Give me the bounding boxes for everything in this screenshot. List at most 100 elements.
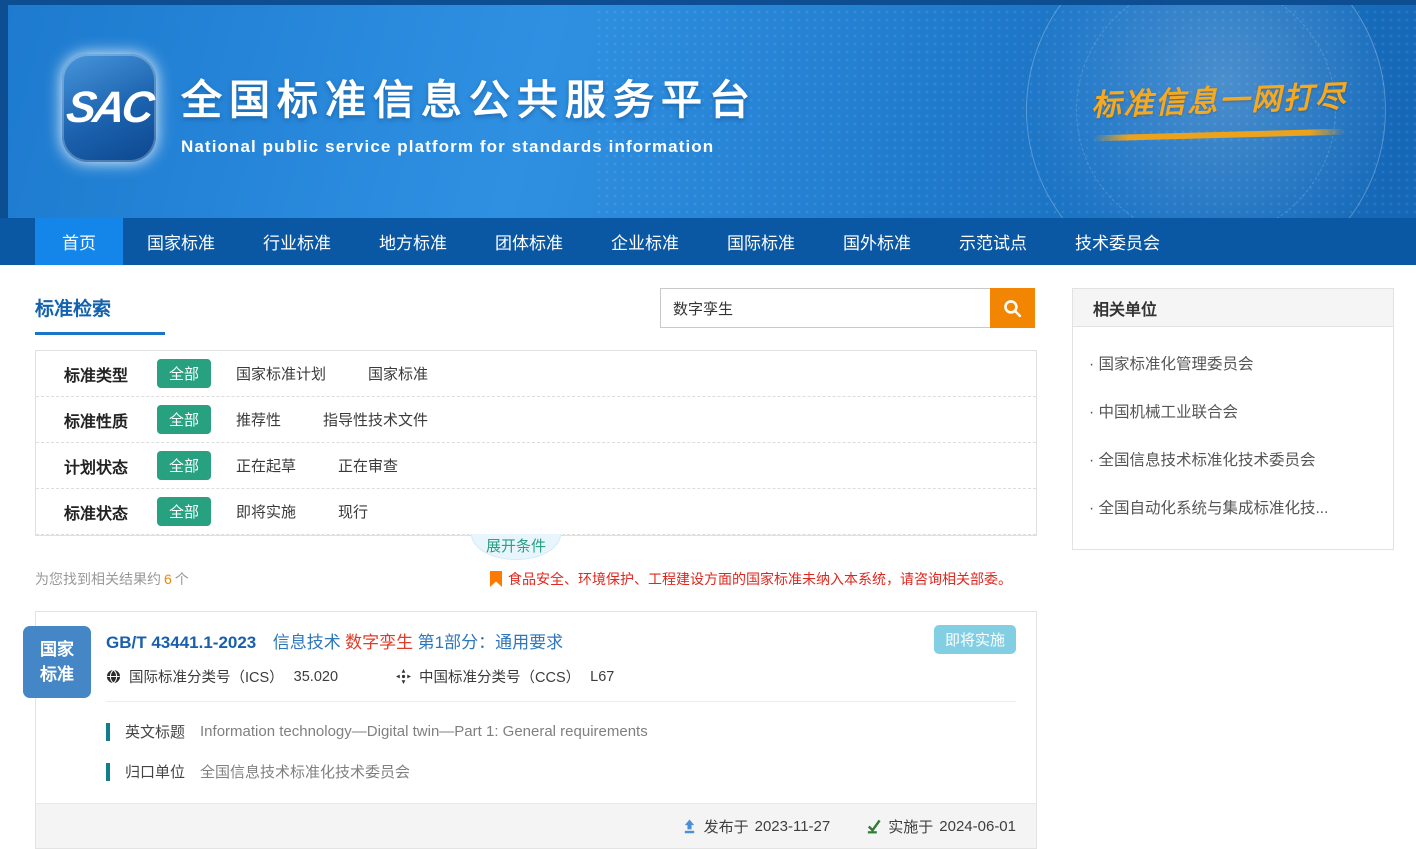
filter-label: 标准类型 <box>64 362 157 386</box>
compass-icon <box>396 669 411 684</box>
site-banner: SAC 全国标准信息公共服务平台 National public service… <box>0 0 1416 218</box>
sac-logo[interactable]: SAC <box>62 54 156 162</box>
standard-type-badge: 国家 标准 <box>23 626 91 698</box>
nav-item-local-standards[interactable]: 地方标准 <box>355 218 471 265</box>
section-title-underline <box>35 332 165 335</box>
ccs-classification: 中国标准分类号（CCS） L67 <box>396 666 614 687</box>
main-nav: 首页 国家标准 行业标准 地方标准 团体标准 企业标准 国际标准 国外标准 示范… <box>0 218 1416 265</box>
filter-label: 标准性质 <box>64 408 157 432</box>
filter-row-standard-status: 标准状态 全部 即将实施 现行 <box>36 489 1036 535</box>
filter-option[interactable]: 正在起草 <box>236 455 296 476</box>
standard-title-part1[interactable]: 信息技术 <box>273 633 341 652</box>
related-unit-item[interactable]: 全国信息技术标准化技术委员会 <box>1073 435 1393 483</box>
implement-date-item: 实施于 2024-06-01 <box>866 816 1016 837</box>
related-unit-item[interactable]: 国家标准化管理委员会 <box>1073 339 1393 387</box>
notice-text: 食品安全、环境保护、工程建设方面的国家标准未纳入本系统，请咨询相关部委。 <box>508 569 1012 589</box>
type-badge-line1: 国家 <box>40 637 74 663</box>
related-unit-item[interactable]: 中国机械工业联合会 <box>1073 387 1393 435</box>
nav-item-national-standards[interactable]: 国家标准 <box>123 218 239 265</box>
search-input[interactable] <box>660 288 990 328</box>
filter-option[interactable]: 国家标准 <box>368 363 428 384</box>
nav-item-group-standards[interactable]: 团体标准 <box>471 218 587 265</box>
search-icon <box>1003 299 1022 318</box>
standard-code-link[interactable]: GB/T 43441.1-2023 <box>106 633 256 652</box>
nav-item-home[interactable]: 首页 <box>35 218 123 265</box>
row-accent-bar <box>106 763 110 781</box>
ccs-label: 中国标准分类号（CCS） <box>419 666 580 687</box>
filter-row-standard-nature: 标准性质 全部 推荐性 指导性技术文件 <box>36 397 1036 443</box>
publish-label: 发布于 <box>704 816 749 837</box>
filter-row-plan-status: 计划状态 全部 正在起草 正在审查 <box>36 443 1036 489</box>
filter-panel: 标准类型 全部 国家标准计划 国家标准 标准性质 全部 推荐性 指导性技术文件 … <box>35 350 1037 536</box>
related-units-title: 相关单位 <box>1073 289 1393 327</box>
search-results-column: 标准检索 标准类型 全部 国家标准计划 国家标准 标准性质 全部 <box>35 288 1037 849</box>
filter-option[interactable]: 推荐性 <box>236 409 281 430</box>
row-accent-bar <box>106 723 110 741</box>
implement-date: 2024-06-01 <box>939 818 1016 835</box>
banner-top-edge <box>0 0 1416 5</box>
result-card-footer: 发布于 2023-11-27 实施于 2024-06-01 <box>36 803 1036 848</box>
results-info-bar: 为您找到相关结果约6个 食品安全、环境保护、工程建设方面的国家标准未纳入本系统，… <box>35 569 1037 589</box>
result-card-title-row: GB/T 43441.1-2023 信息技术 数字孪生 第1部分：通用要求 即将… <box>106 628 1016 653</box>
search-section-header: 标准检索 <box>35 288 1037 336</box>
status-badge: 即将实施 <box>934 625 1016 654</box>
search-box <box>660 288 1035 328</box>
ccs-value: L67 <box>590 669 614 685</box>
filter-option[interactable]: 国家标准计划 <box>236 363 326 384</box>
implement-label: 实施于 <box>888 816 933 837</box>
results-count: 为您找到相关结果约6个 <box>35 569 189 589</box>
filter-all-button[interactable]: 全部 <box>157 451 211 480</box>
result-card-body: GB/T 43441.1-2023 信息技术 数字孪生 第1部分：通用要求 即将… <box>36 612 1036 782</box>
filter-option[interactable]: 正在审查 <box>338 455 398 476</box>
standard-title-part2[interactable]: 第1部分：通用要求 <box>418 633 563 652</box>
site-title-block: 全国标准信息公共服务平台 National public service pla… <box>181 66 757 157</box>
filter-option[interactable]: 现行 <box>338 501 368 522</box>
nav-item-foreign-standards[interactable]: 国外标准 <box>819 218 935 265</box>
filter-all-button[interactable]: 全部 <box>157 405 211 434</box>
sac-logo-text: SAC <box>64 83 155 133</box>
filter-all-button[interactable]: 全部 <box>157 359 211 388</box>
nav-item-technical-committees[interactable]: 技术委员会 <box>1051 218 1184 265</box>
classification-row: 国际标准分类号（ICS） 35.020 中国标准分类号（CCS） L67 <box>106 666 1016 702</box>
ics-label: 国际标准分类号（ICS） <box>129 666 284 687</box>
filter-row-standard-type: 标准类型 全部 国家标准计划 国家标准 <box>36 351 1036 397</box>
english-title-row: 英文标题 Information technology—Digital twin… <box>106 721 1016 742</box>
ics-value: 35.020 <box>294 669 338 685</box>
banner-slogan: 标准信息一网打尽 <box>1074 76 1364 138</box>
nav-item-enterprise-standards[interactable]: 企业标准 <box>587 218 703 265</box>
filter-option[interactable]: 指导性技术文件 <box>323 409 428 430</box>
standard-title-highlight[interactable]: 数字孪生 <box>345 633 413 652</box>
expand-conditions-button[interactable]: 展开条件 <box>471 534 561 560</box>
result-card: 国家 标准 GB/T 43441.1-2023 信息技术 数字孪生 第1部分：通… <box>35 611 1037 849</box>
banner-left-edge <box>0 0 8 218</box>
site-title: 全国标准信息公共服务平台 <box>181 66 757 126</box>
related-units-panel: 相关单位 国家标准化管理委员会 中国机械工业联合会 全国信息技术标准化技术委员会… <box>1072 288 1394 550</box>
section-title: 标准检索 <box>35 294 111 321</box>
implement-check-icon <box>866 819 881 834</box>
main-content: 标准检索 标准类型 全部 国家标准计划 国家标准 标准性质 全部 <box>0 265 1416 849</box>
results-count-number: 6 <box>164 571 172 587</box>
system-notice: 食品安全、环境保护、工程建设方面的国家标准未纳入本系统，请咨询相关部委。 <box>490 569 1012 589</box>
related-unit-item[interactable]: 全国自动化系统与集成标准化技... <box>1073 483 1393 531</box>
related-units-list: 国家标准化管理委员会 中国机械工业联合会 全国信息技术标准化技术委员会 全国自动… <box>1073 327 1393 549</box>
ics-classification: 国际标准分类号（ICS） 35.020 <box>106 666 338 687</box>
type-badge-line2: 标准 <box>40 662 74 688</box>
publish-date: 2023-11-27 <box>755 818 831 835</box>
english-title-value: Information technology—Digital twin—Part… <box>200 723 648 740</box>
results-count-suffix: 个 <box>175 571 189 587</box>
nav-item-international-standards[interactable]: 国际标准 <box>703 218 819 265</box>
nav-item-industry-standards[interactable]: 行业标准 <box>239 218 355 265</box>
bookmark-icon <box>490 571 502 587</box>
publish-upload-icon <box>682 819 697 834</box>
english-title-label: 英文标题 <box>125 721 185 742</box>
nav-item-pilot-demonstration[interactable]: 示范试点 <box>935 218 1051 265</box>
filter-option[interactable]: 即将实施 <box>236 501 296 522</box>
filter-label: 计划状态 <box>64 454 157 478</box>
site-subtitle: National public service platform for sta… <box>181 137 757 157</box>
filter-all-button[interactable]: 全部 <box>157 497 211 526</box>
search-button[interactable] <box>990 288 1035 328</box>
results-count-prefix: 为您找到相关结果约 <box>35 571 161 587</box>
committee-row: 归口单位 全国信息技术标准化技术委员会 <box>106 761 1016 782</box>
filter-label: 标准状态 <box>64 500 157 524</box>
publish-date-item: 发布于 2023-11-27 <box>682 816 831 837</box>
